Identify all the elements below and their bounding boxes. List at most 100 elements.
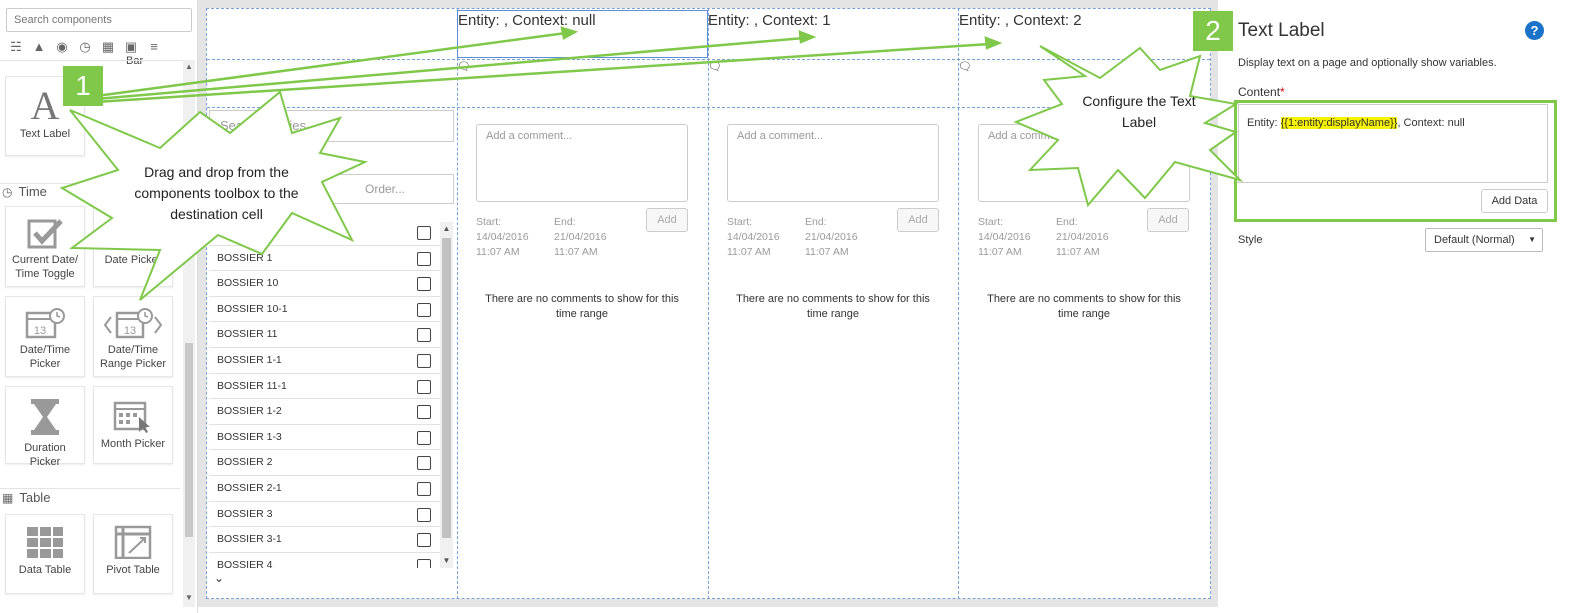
hourglass-icon [31, 399, 59, 435]
comment-input[interactable]: Add a comment... [978, 124, 1190, 202]
checkbox[interactable] [417, 353, 431, 368]
component-search-input[interactable]: Search components [6, 8, 192, 32]
list-item[interactable]: BOSSIER 1-2 [209, 399, 453, 425]
eye-icon[interactable]: ◉ [52, 39, 72, 55]
add-comment-button[interactable]: Add [1147, 208, 1189, 232]
checkbox[interactable] [417, 379, 431, 394]
calendar-range-icon: 13 [103, 308, 163, 339]
add-comment-button[interactable]: Add [897, 208, 939, 232]
checkbox[interactable] [417, 302, 431, 317]
panel-description: Display text on a page and optionally sh… [1238, 57, 1497, 69]
grid-column-divider [457, 8, 458, 599]
comment-input[interactable]: Add a comment... [727, 124, 939, 202]
tile-datetime-range-picker[interactable]: 13 Date/Time Range Picker [93, 296, 173, 377]
chevron-down-icon[interactable]: ⌄ [214, 571, 224, 585]
scroll-up-icon[interactable]: ▲ [183, 62, 195, 72]
calendar-cursor-icon [113, 401, 150, 433]
entity-search-input[interactable]: Search entities... [209, 110, 454, 142]
tile-current-datetime-toggle[interactable]: Current Date/ Time Toggle [5, 206, 85, 287]
list-item[interactable]: BOSSIER 1 [209, 246, 453, 272]
text-label-cell-2[interactable]: Entity: , Context: 1 [708, 12, 831, 29]
checkbox[interactable] [417, 251, 431, 266]
app-root: Search components ☵ ▲ ◉ ◷ ▦ ▣ ≡ Bar ▲ ▼ … [0, 0, 1590, 613]
list-item[interactable]: BOSSIER 10-1 [209, 297, 453, 323]
tile-label: Date/Time Picker [19, 344, 71, 370]
comment-bubble-icon[interactable]: 🗨 [958, 60, 972, 73]
list-item[interactable]: BOSSIER 2 [209, 450, 453, 476]
text-label-cell-3[interactable]: Entity: , Context: 2 [959, 12, 1082, 29]
select-all-checkbox[interactable] [417, 226, 431, 240]
checkbox[interactable] [417, 558, 431, 568]
content-textarea[interactable]: Entity: {{1:entity:displayName}}, Contex… [1238, 104, 1548, 183]
tile-data-table[interactable]: Data Table [5, 514, 85, 594]
list-item[interactable]: BOSSIER 1-3 [209, 425, 453, 451]
entity-list-scrollbar[interactable]: ▲ ▼ [440, 222, 453, 568]
tile-duration-picker[interactable]: Duration Picker [5, 386, 85, 468]
list-item[interactable]: BOSSIER 11 [209, 322, 453, 348]
style-select[interactable]: Default (Normal) ▼ [1425, 228, 1543, 252]
table-icon[interactable]: ▦ [98, 39, 118, 55]
hierarchy-icon[interactable]: ☵ [6, 39, 26, 55]
start-time: 11:07 AM [476, 246, 520, 258]
checkbox[interactable] [417, 277, 431, 292]
comment-input[interactable]: Add a comment... [476, 124, 688, 202]
pivot-table-icon [114, 525, 152, 559]
comment-bubble-icon[interactable]: 🗨 [457, 60, 471, 73]
start-time: 11:07 AM [727, 246, 771, 258]
scrollbar-thumb[interactable] [185, 343, 193, 537]
checkbox[interactable] [417, 533, 431, 548]
list-item[interactable]: BOSSIER 3-1 [209, 527, 453, 553]
tile-label: Pivot Table [106, 564, 160, 576]
checkbox[interactable] [417, 481, 431, 496]
clock-icon[interactable]: ◷ [75, 39, 95, 55]
area-chart-icon[interactable]: ▲ [29, 39, 49, 55]
text-label-cell-1[interactable]: Entity: , Context: null [458, 12, 596, 29]
list-item[interactable]: BOSSIER 2-1 [209, 476, 453, 502]
list-item[interactable]: BOSSIER 4 [209, 553, 453, 568]
scroll-down-icon[interactable]: ▼ [440, 555, 453, 567]
section-time[interactable]: ◷ Time [2, 184, 47, 199]
content-label: Content* [1238, 85, 1285, 99]
add-comment-button[interactable]: Add [646, 208, 688, 232]
partial-tile-label: Bar [126, 55, 144, 67]
start-date: 14/04/2016 [978, 231, 1031, 243]
add-data-button[interactable]: Add Data [1481, 189, 1548, 213]
list-item-label: BOSSIER 1-1 [217, 353, 282, 366]
table-icon: ▦ [2, 491, 14, 505]
checkbox[interactable] [417, 507, 431, 522]
comment-bubble-icon[interactable]: 🗨 [708, 60, 722, 73]
list-item[interactable]: BOSSIER 11-1 [209, 374, 453, 400]
tile-datetime-picker[interactable]: 13 Date/Time Picker [5, 296, 85, 377]
tile-pivot-table[interactable]: Pivot Table [93, 514, 173, 594]
start-time: 11:07 AM [978, 246, 1022, 258]
tile-label: Text Label [19, 128, 71, 140]
sliders-icon[interactable]: ≡ [144, 39, 164, 55]
checkbox[interactable] [417, 456, 431, 471]
list-item-label: BOSSIER 11-1 [217, 379, 287, 392]
svg-text:13: 13 [34, 325, 46, 337]
variable-token[interactable]: {{1:entity:displayName}} [1280, 117, 1398, 129]
section-table[interactable]: ▦ Table [2, 490, 50, 505]
toolbox-scrollbar[interactable]: ▲ ▼ [183, 60, 195, 607]
tile-month-picker[interactable]: Month Picker [93, 386, 173, 464]
tile-label: Duration Picker [24, 442, 66, 468]
list-item-label: BOSSIER 3-1 [217, 533, 282, 546]
start-date: 14/04/2016 [727, 231, 780, 243]
scrollbar-thumb[interactable] [442, 238, 451, 538]
help-icon[interactable]: ? [1525, 21, 1544, 40]
scroll-up-icon[interactable]: ▲ [440, 223, 453, 235]
list-item[interactable]: BOSSIER 1-1 [209, 348, 453, 374]
checkbox[interactable] [417, 328, 431, 343]
list-item-label: BOSSIER 10-1 [217, 302, 288, 315]
list-item[interactable]: BOSSIER 10 [209, 271, 453, 297]
list-item-label: BOSSIER 1 [217, 251, 273, 264]
tiles-icon[interactable]: ▣ [121, 39, 141, 55]
checkbox[interactable] [417, 430, 431, 445]
list-item[interactable]: BOSSIER 3 [209, 502, 453, 528]
checkbox[interactable] [417, 405, 431, 420]
scroll-down-icon[interactable]: ▼ [183, 593, 195, 603]
entity-list: BOSSIER 1 BOSSIER 10 BOSSIER 10-1 BOSSIE… [209, 220, 453, 568]
end-label: End: [805, 216, 827, 228]
tile-label: Data Table [18, 564, 72, 576]
grid-column-divider [958, 8, 959, 599]
